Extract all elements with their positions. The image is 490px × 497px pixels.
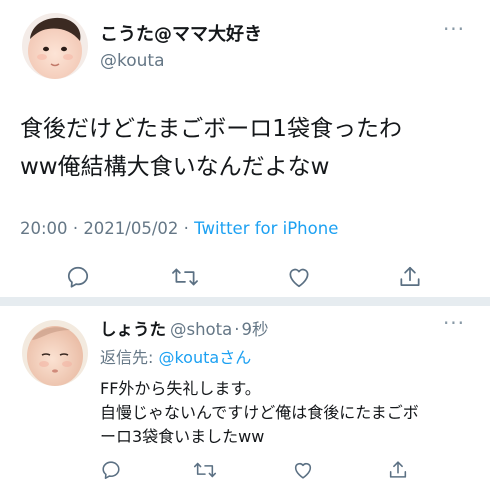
user-handle[interactable]: @shota <box>170 320 232 339</box>
avatar[interactable] <box>22 13 88 79</box>
meta-separator: · <box>183 219 195 238</box>
mention-link[interactable]: @kouta <box>158 348 219 367</box>
baby-avatar-image <box>22 320 88 386</box>
meta-separator: · <box>234 320 240 339</box>
like-button[interactable] <box>284 262 314 292</box>
reply-text-line: 自慢じゃないんですけど俺は食後にたまごボ <box>100 403 419 422</box>
tweet-time-ago[interactable]: 9秒 <box>241 320 268 339</box>
like-button[interactable] <box>288 455 318 485</box>
tweet-text: 食後だけどたまごボーロ1袋食ったわ ww俺結構大食いなんだよなw <box>20 110 480 186</box>
reply-text-line: FF外から失礼します。 <box>100 379 261 398</box>
tweet-divider <box>0 297 490 306</box>
more-icon[interactable]: ··· <box>438 313 470 336</box>
tweet-date[interactable]: 2021/05/02 <box>83 219 178 238</box>
reply-text-line: ーロ3袋食いましたww <box>100 427 265 446</box>
tweet-text-line: ww俺結構大食いなんだよなw <box>20 154 330 180</box>
tweet-metadata: 20:00 · 2021/05/02 · Twitter for iPhone <box>20 219 338 238</box>
reply-icon <box>67 266 89 288</box>
display-name[interactable]: しょうた <box>100 320 166 339</box>
heart-icon <box>289 268 309 288</box>
retweet-button[interactable] <box>190 455 220 485</box>
tweet-source-link[interactable]: Twitter for iPhone <box>194 219 338 238</box>
display-name[interactable]: こうた@ママ大好き <box>100 20 262 46</box>
heart-icon <box>294 462 312 479</box>
meta-separator: · <box>72 219 84 238</box>
reply-button[interactable] <box>63 262 93 292</box>
reply-header: しょうた @shota · 9秒 <box>100 316 268 340</box>
main-tweet: こうた@ママ大好き @kouta ··· 食後だけどたまごボーロ1袋食ったわ w… <box>0 0 490 296</box>
share-button[interactable] <box>395 262 425 292</box>
avatar[interactable] <box>22 320 88 386</box>
retweet-icon <box>193 462 217 478</box>
baby-avatar-image <box>22 13 88 79</box>
replying-to-label: 返信先: <box>100 348 159 367</box>
retweet-button[interactable] <box>170 262 200 292</box>
replying-to: 返信先: @koutaさん <box>100 344 251 368</box>
tweet-time[interactable]: 20:00 <box>20 219 68 238</box>
reply-icon <box>102 461 120 480</box>
tweet-actions <box>0 262 490 292</box>
share-button[interactable] <box>383 455 413 485</box>
share-icon <box>400 266 420 286</box>
more-icon[interactable]: ··· <box>438 19 470 42</box>
tweet-text-line: 食後だけどたまごボーロ1袋食ったわ <box>20 116 402 142</box>
share-icon <box>389 461 407 478</box>
user-handle[interactable]: @kouta <box>100 51 165 71</box>
retweet-icon <box>172 268 198 286</box>
reply-button[interactable] <box>96 455 126 485</box>
reply-text: FF外から失礼します。 自慢じゃないんですけど俺は食後にたまごボ ーロ3袋食いま… <box>100 377 470 449</box>
reply-actions <box>0 455 490 485</box>
mention-suffix: さん <box>219 348 252 367</box>
